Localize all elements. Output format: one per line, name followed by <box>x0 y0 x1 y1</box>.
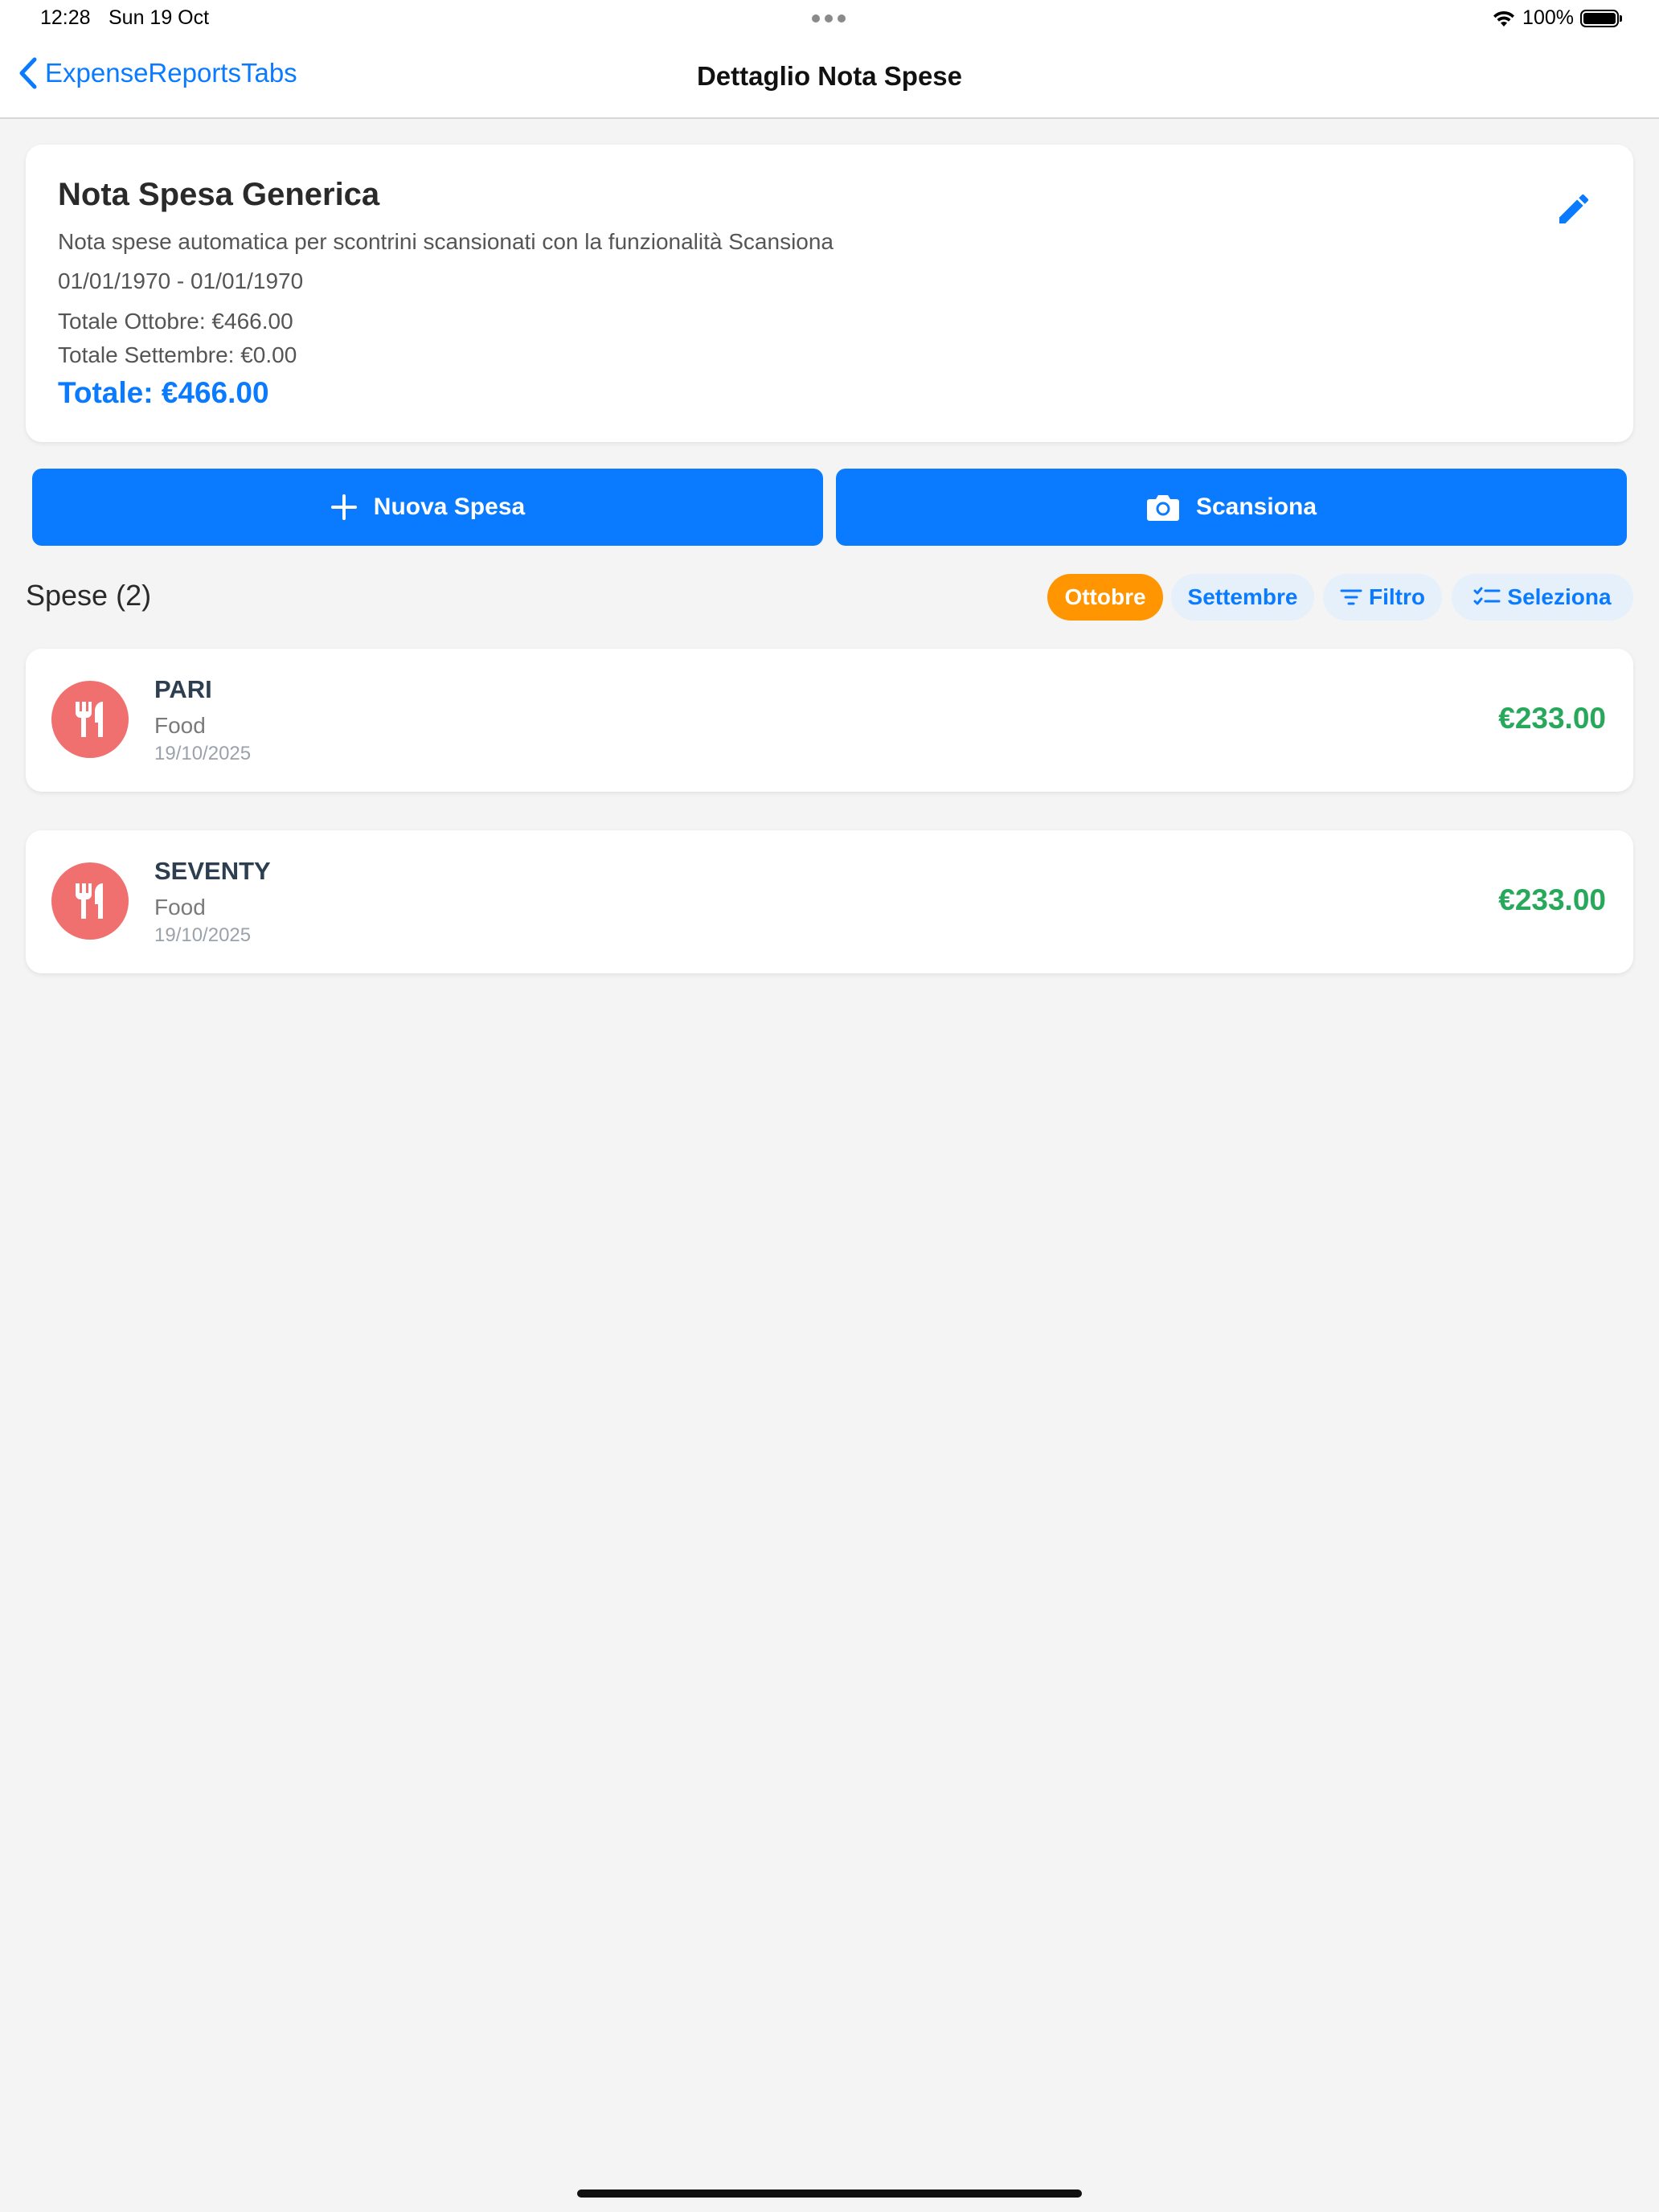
expense-item[interactable]: SEVENTY Food 19/10/2025 €233.00 <box>26 830 1633 973</box>
expenses-section-title: Spese (2) <box>26 579 152 612</box>
expense-name: SEVENTY <box>154 857 271 885</box>
filter-icon <box>1340 589 1362 605</box>
expense-item[interactable]: PARI Food 19/10/2025 €233.00 <box>26 649 1633 792</box>
multitasking-dots-icon[interactable] <box>812 14 846 23</box>
month-filter-september[interactable]: Settembre <box>1171 574 1314 621</box>
report-total-october: Totale Ottobre: €466.00 <box>58 309 293 334</box>
status-time: 12:28 <box>40 6 91 29</box>
month-filter-october[interactable]: Ottobre <box>1047 574 1163 621</box>
filter-label: Filtro <box>1369 584 1425 609</box>
status-indicators: 100% <box>1492 6 1622 30</box>
home-indicator[interactable] <box>577 2189 1082 2198</box>
pencil-icon <box>1559 194 1589 223</box>
status-date: Sun 19 Oct <box>109 6 210 29</box>
expense-amount: €233.00 <box>1498 702 1606 735</box>
expense-date: 19/10/2025 <box>154 924 252 946</box>
fork-knife-icon <box>51 862 129 940</box>
wifi-icon <box>1493 10 1515 27</box>
expense-date: 19/10/2025 <box>154 743 252 764</box>
battery-icon <box>1580 9 1622 27</box>
report-total-september: Totale Settembre: €0.00 <box>58 342 297 367</box>
scan-button[interactable]: Scansiona <box>836 469 1627 546</box>
select-label: Seleziona <box>1507 584 1612 609</box>
edit-report-button[interactable] <box>1555 190 1593 228</box>
select-button[interactable]: Seleziona <box>1452 574 1633 621</box>
report-total: Totale: €466.00 <box>58 376 269 409</box>
expense-name: PARI <box>154 675 212 703</box>
report-date-range: 01/01/1970 - 01/01/1970 <box>58 268 304 293</box>
fork-knife-icon <box>51 681 129 758</box>
report-title: Nota Spesa Generica <box>58 177 380 212</box>
battery-fill <box>1583 12 1616 24</box>
navigation-bar: ExpenseReportsTabs Dettaglio Nota Spese <box>0 39 1659 119</box>
status-bar: 12:28 Sun 19 Oct 100% <box>0 0 1659 39</box>
filter-button[interactable]: Filtro <box>1323 574 1442 621</box>
expense-category: Food <box>154 895 206 920</box>
report-summary-card: Nota Spesa Generica Nota spese automatic… <box>26 145 1633 442</box>
new-expense-label: Nuova Spesa <box>373 494 526 520</box>
battery-percent: 100% <box>1522 6 1574 29</box>
report-description: Nota spese automatica per scontrini scan… <box>58 229 834 254</box>
camera-icon <box>1146 495 1179 521</box>
new-expense-button[interactable]: Nuova Spesa <box>32 469 823 546</box>
checklist-icon <box>1473 587 1501 605</box>
scan-label: Scansiona <box>1195 494 1317 520</box>
plus-icon <box>330 494 357 520</box>
expense-amount: €233.00 <box>1498 883 1606 916</box>
expense-category: Food <box>154 713 206 738</box>
page-title: Dettaglio Nota Spese <box>696 61 963 91</box>
